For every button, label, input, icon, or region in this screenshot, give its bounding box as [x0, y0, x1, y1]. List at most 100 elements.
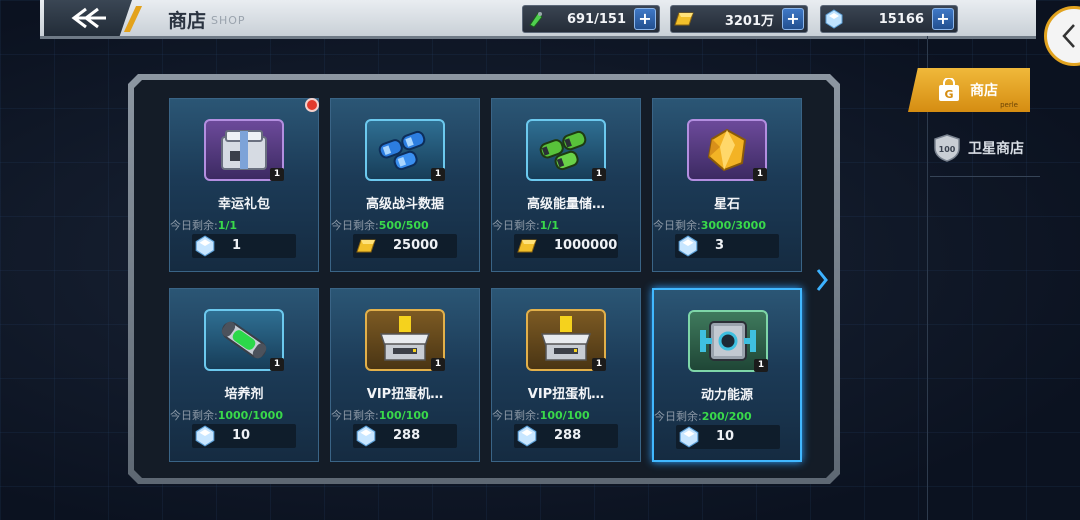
next-page-button[interactable]: [812, 265, 832, 295]
item-price-amount: 10: [232, 428, 251, 443]
back-arrow-icon: [71, 7, 106, 29]
item-price: 10: [676, 425, 780, 449]
shop-item-card[interactable]: 1 VIP扭蛋机… 今日剩余:100/100 288: [491, 288, 641, 462]
resource-gold: 3201万 +: [670, 5, 808, 33]
item-quantity: 1: [431, 168, 445, 181]
remaining-value: 200/200: [701, 410, 752, 423]
tab-shop-sublabel: perle: [1000, 101, 1018, 109]
remaining-value: 500/500: [378, 219, 429, 232]
item-name: VIP扭蛋机…: [366, 387, 444, 402]
item-price: 10: [192, 424, 296, 448]
item-price: 1: [192, 234, 296, 258]
resource-energy: 691/151 +: [522, 5, 660, 33]
page-title: 商店: [168, 10, 207, 32]
remaining-value: 1000/1000: [217, 409, 283, 422]
resource-diamond: 15166 +: [820, 5, 958, 33]
item-remaining: 今日剩余:1/1: [492, 217, 559, 233]
gacha-machine-icon: [375, 316, 435, 364]
shop-item-card[interactable]: 1 VIP扭蛋机… 今日剩余:100/100 288: [330, 288, 480, 462]
notification-dot: [305, 98, 319, 112]
item-price-amount: 1000000: [554, 238, 618, 253]
chevron-right-icon: [816, 269, 828, 291]
item-remaining: 今日剩余:100/100: [331, 407, 429, 423]
add-gold-button[interactable]: +: [782, 8, 804, 30]
diamond-icon: [676, 424, 702, 450]
item-quantity: 1: [592, 358, 606, 371]
add-energy-button[interactable]: +: [634, 8, 656, 30]
shield-icon: 100: [934, 134, 960, 162]
item-price: 3: [675, 234, 779, 258]
item-name: 动力能源: [700, 388, 753, 403]
gift-box-icon: [216, 127, 272, 173]
diamond-icon: [192, 423, 218, 449]
item-price: 288: [353, 424, 457, 448]
page-subtitle: SHOP: [211, 14, 246, 27]
add-diamond-button[interactable]: +: [932, 8, 954, 30]
item-price: 288: [514, 424, 618, 448]
item-price-amount: 1: [232, 238, 242, 253]
tab-satellite-shop[interactable]: 100 卫星商店: [930, 128, 1042, 168]
remaining-label: 今日剩余:: [331, 409, 379, 422]
svg-text:G: G: [944, 88, 953, 101]
remaining-value: 3000/3000: [700, 219, 766, 232]
tab-shop[interactable]: G 商店 perle: [908, 68, 1030, 112]
energy-potion-icon: [523, 6, 549, 32]
gold-bar-icon: [671, 6, 697, 32]
remaining-value: 100/100: [539, 409, 590, 422]
item-price-amount: 10: [716, 429, 735, 444]
item-name: 高级能量储…: [526, 197, 605, 212]
shop-item-card[interactable]: 1 星石 今日剩余:3000/3000 3: [652, 98, 802, 272]
gold-bar-icon: [514, 233, 540, 259]
item-quantity: 1: [754, 359, 768, 372]
item-remaining: 今日剩余:500/500: [331, 217, 429, 233]
item-price: 1000000: [514, 234, 618, 258]
remaining-label: 今日剩余:: [654, 410, 702, 423]
item-remaining: 今日剩余:1000/1000: [170, 407, 283, 423]
remaining-label: 今日剩余:: [331, 219, 379, 232]
shopping-bag-icon: G: [939, 78, 959, 101]
item-quantity: 1: [592, 168, 606, 181]
item-remaining: 今日剩余:200/200: [654, 408, 752, 424]
remaining-value: 1/1: [539, 219, 560, 232]
remaining-label: 今日剩余:: [170, 219, 218, 232]
item-name: 培养剂: [224, 387, 264, 402]
shop-item-card[interactable]: 1 培养剂 今日剩余:1000/1000 10: [169, 288, 319, 462]
remaining-label: 今日剩余:: [170, 409, 218, 422]
data-capsule-icon: [375, 127, 435, 173]
remaining-value: 100/100: [378, 409, 429, 422]
remaining-label: 今日剩余:: [492, 409, 540, 422]
diamond-icon: [821, 6, 847, 32]
item-price: 25000: [353, 234, 457, 258]
item-remaining: 今日剩余:3000/3000: [653, 217, 766, 233]
item-price-amount: 3: [715, 238, 725, 253]
resource-diamond-value: 15166: [878, 11, 924, 27]
energy-capsule-icon: [536, 127, 596, 173]
diamond-icon: [514, 423, 540, 449]
power-cube-icon: [696, 318, 760, 364]
item-remaining: 今日剩余:1/1: [170, 217, 237, 233]
resource-energy-value: 691/151: [566, 11, 626, 27]
culture-capsule-icon: [214, 317, 274, 363]
back-button[interactable]: [44, 0, 132, 36]
item-quantity: 1: [270, 358, 284, 371]
sidebar-separator: [930, 176, 1040, 177]
shop-item-card[interactable]: 1 幸运礼包今日剩余:1/1 1: [169, 98, 319, 272]
diamond-icon: [192, 233, 218, 259]
tab-satellite-shop-label: 卫星商店: [968, 141, 1024, 157]
tab-shop-label: 商店: [970, 83, 998, 99]
star-stone-icon: [702, 127, 752, 173]
remaining-value: 1/1: [217, 219, 238, 232]
resource-gold-value: 3201万: [724, 13, 774, 29]
shop-item-card[interactable]: 1 动力能源今日剩余:200/200 10: [652, 288, 802, 462]
item-price-amount: 288: [554, 428, 582, 443]
chevron-left-icon: [1062, 24, 1075, 48]
diamond-icon: [675, 233, 701, 259]
item-name: 幸运礼包: [217, 197, 270, 212]
shop-item-card[interactable]: 1 高级战斗数据 今日剩余:500/500 25000: [330, 98, 480, 272]
shop-item-card[interactable]: 1 高级能量储… 今日剩余:1/1 1000000: [491, 98, 641, 272]
item-quantity: 1: [431, 358, 445, 371]
item-name: 星石: [713, 197, 740, 212]
item-quantity: 1: [270, 168, 284, 181]
item-price-amount: 288: [393, 428, 421, 443]
remaining-label: 今日剩余:: [653, 219, 701, 232]
